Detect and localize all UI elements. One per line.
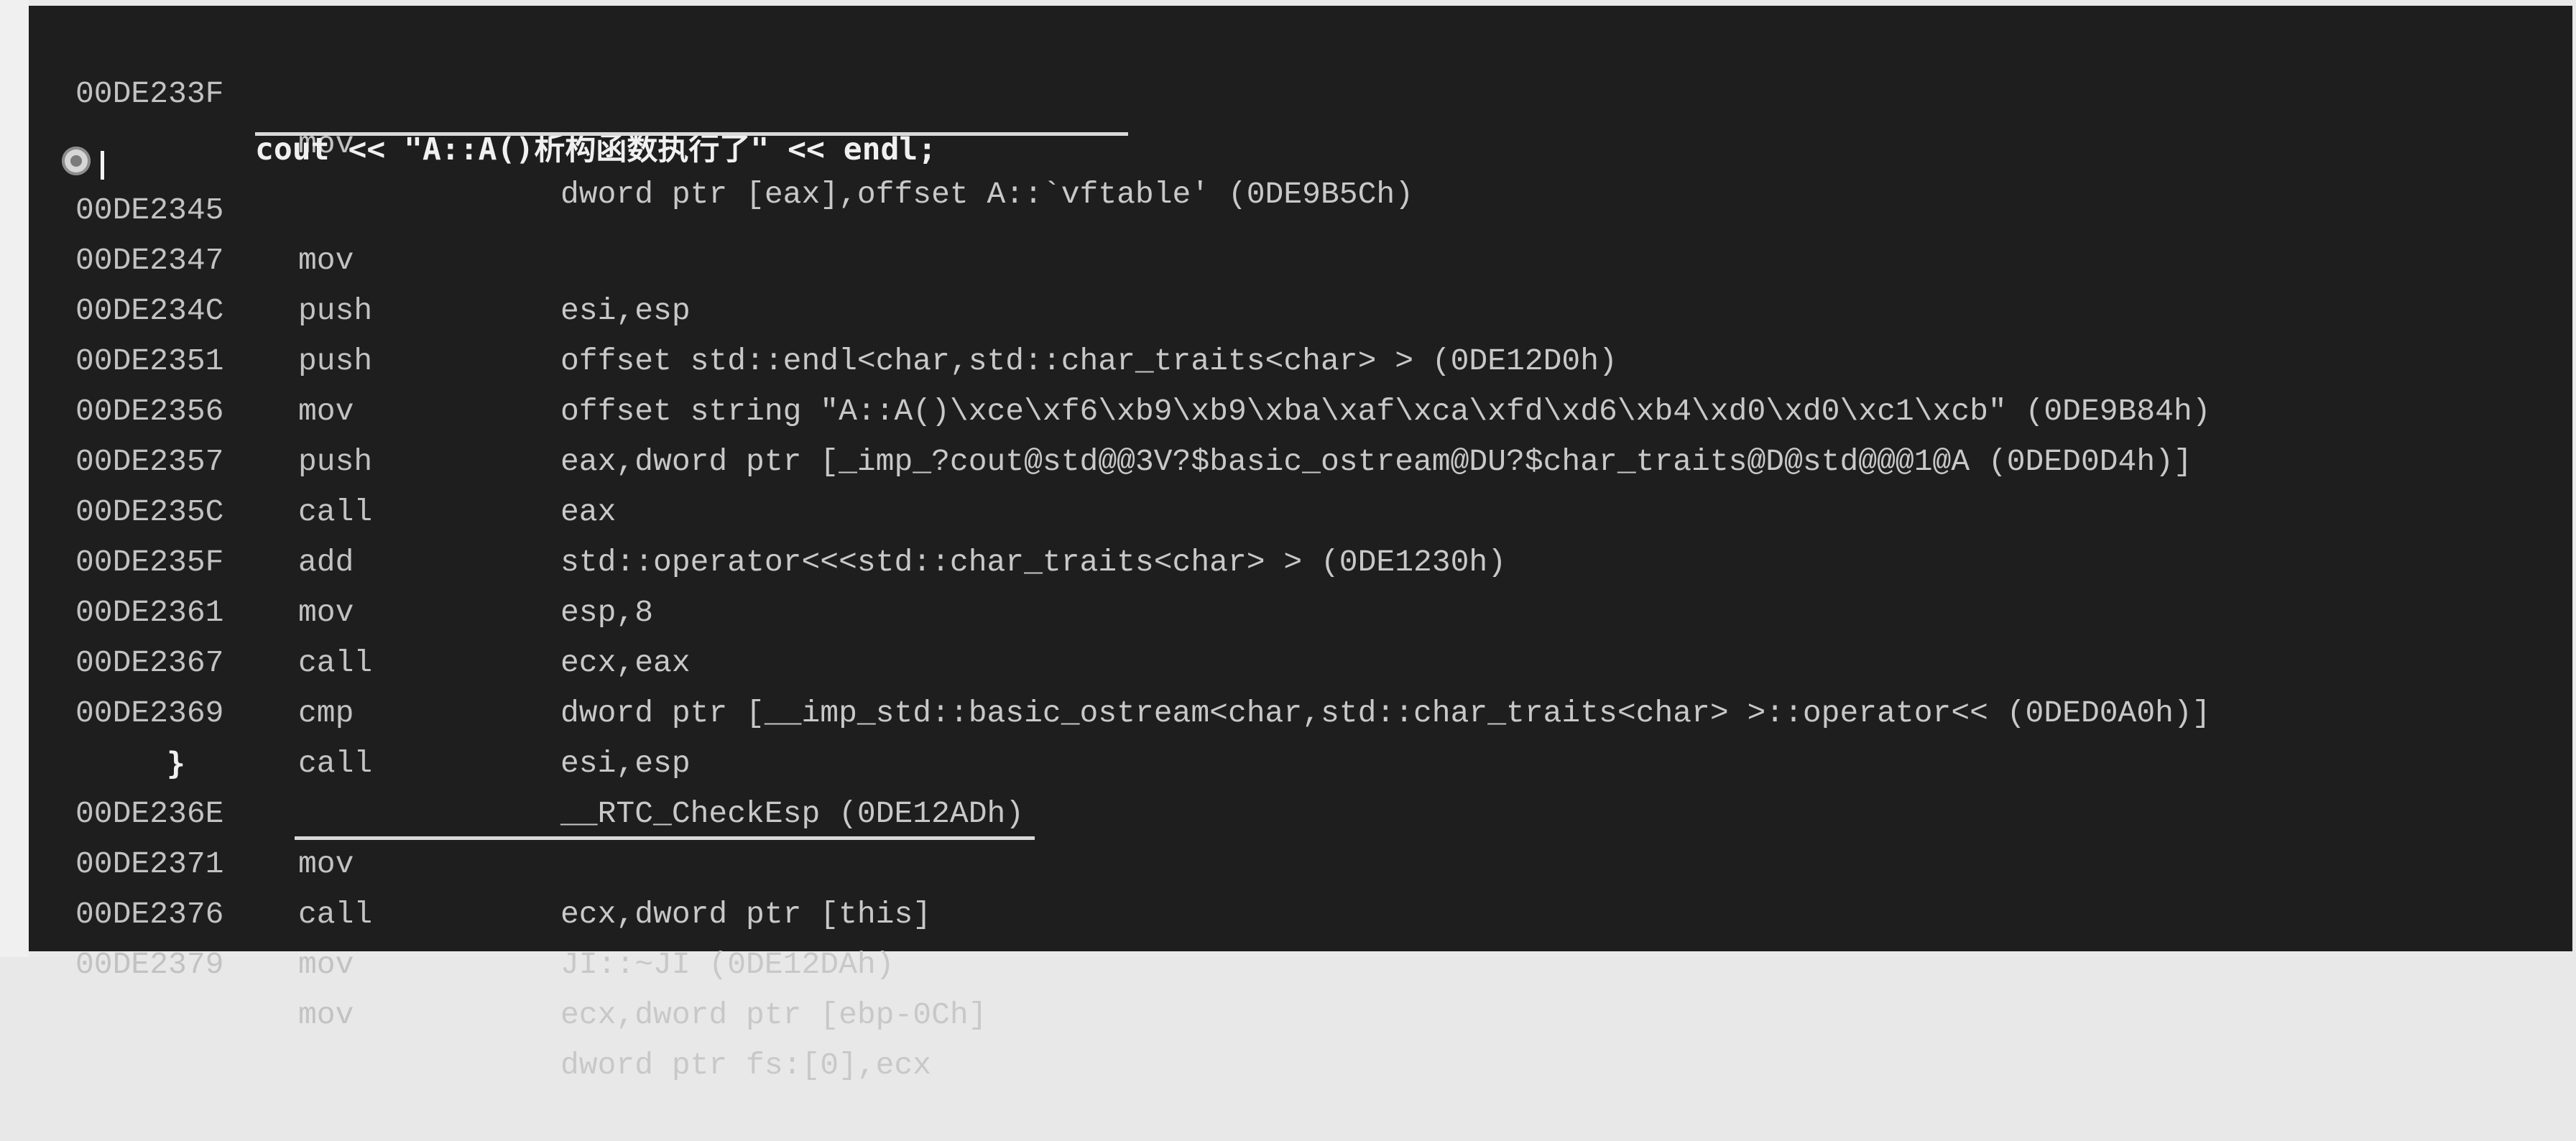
instruction-row[interactable]: 00DE2371 call JI::~JI (0DE12DAh) [29, 789, 2572, 982]
margin-strip [0, 0, 29, 957]
instruction-row[interactable]: 00DE2356 push eax [29, 336, 2572, 530]
instruction-row[interactable]: 00DE2347 push offset std::endl<char,std:… [29, 185, 2572, 379]
instruction-row[interactable]: 00DE235C add esp,8 [29, 437, 2572, 630]
instruction-row[interactable]: 00DE2357 call std::operator<<<std::char_… [29, 387, 2572, 580]
instruction-row[interactable]: 00DE2379 mov dword ptr fs:[0],ecx [29, 890, 2572, 1083]
disassembly-panel[interactable]: 00DE233F mov dword ptr [eax],offset A::`… [29, 6, 2572, 1083]
instruction-row[interactable]: 00DE2376 mov ecx,dword ptr [ebp-0Ch] [29, 839, 2572, 1033]
instruction-opcode: mov [298, 947, 354, 982]
source-line[interactable]: cout << "A::A()析构函数执行了" << endl; [29, 74, 2572, 167]
instruction-row[interactable]: 00DE234C push offset string "A::A()\xce\… [29, 236, 2572, 429]
disassembly-window: 00DE233F mov dword ptr [eax],offset A::`… [0, 0, 2576, 1083]
instruction-row-current[interactable]: 00DE2345 mov esi,esp [29, 135, 2572, 328]
instruction-row[interactable]: 00DE2351 mov eax,dword ptr [_imp_?cout@s… [29, 286, 2572, 479]
instruction-row[interactable]: 00DE236E mov ecx,dword ptr [this] [29, 739, 2572, 932]
instruction-operands: JI::~JI (0DE12DAh) [560, 947, 895, 982]
breakpoint-icon[interactable] [62, 147, 91, 175]
instruction-row[interactable]: 00DE235F mov ecx,eax [29, 487, 2572, 680]
instruction-row[interactable]: 00DE2369 call __RTC_CheckEsp (0DE12ADh) [29, 638, 2572, 831]
source-line[interactable]: } [29, 688, 2572, 782]
caret-marker [101, 151, 104, 180]
instruction-row[interactable]: 00DE233F mov dword ptr [eax],offset A::`… [29, 19, 2572, 212]
instruction-row[interactable]: 00DE2367 cmp esi,esp [29, 588, 2572, 781]
instruction-row[interactable]: 00DE2361 call dword ptr [__imp_std::basi… [29, 537, 2572, 731]
instruction-address: 00DE2379 [75, 947, 224, 982]
instruction-opcode: mov [298, 997, 354, 1033]
instruction-operands: dword ptr fs:[0],ecx [560, 1048, 932, 1083]
instruction-operands: ecx,dword ptr [ebp-0Ch] [560, 997, 987, 1033]
